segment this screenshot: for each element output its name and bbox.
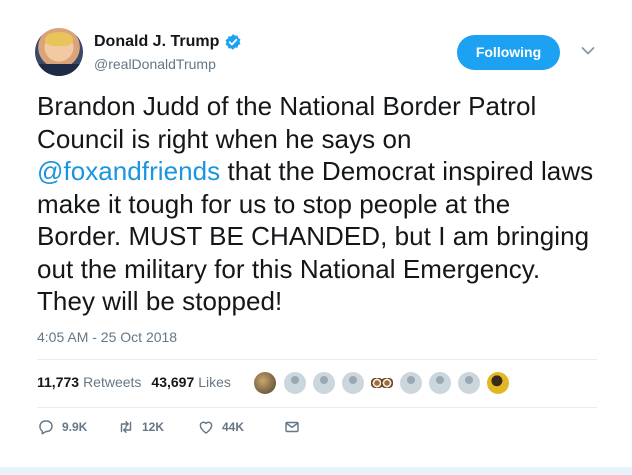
reply-action[interactable]: 9.9K [37,418,117,436]
tweet-timestamp[interactable]: 4:05 AM - 25 Oct 2018 [37,329,177,345]
tweet-stats: 11,773 Retweets 43,697 Likes [37,374,241,390]
retweet-icon [120,421,132,433]
author-name[interactable]: Donald J. Trump [94,33,219,51]
message-action[interactable] [283,418,301,436]
avatar[interactable] [35,28,83,76]
timeline-background [0,467,632,475]
tweet-actions: 9.9K 12K 44K [37,418,301,436]
reply-icon [39,420,53,435]
tweet-text-part: Brandon Judd of the National Border Patr… [37,91,537,154]
like-action[interactable]: 44K [197,418,283,436]
tweet-text: Brandon Judd of the National Border Patr… [37,90,597,318]
retweets-count[interactable]: 11,773 [37,374,79,390]
likes-count[interactable]: 43,697 [151,374,194,390]
likes-label[interactable]: Likes [198,374,231,390]
heart-icon [199,421,213,434]
default-avatar-icon[interactable] [400,372,422,394]
default-avatar-icon[interactable] [313,372,335,394]
default-avatar-icon[interactable] [342,372,364,394]
default-avatar-icon[interactable] [458,372,480,394]
verified-badge-icon [225,34,241,50]
retweets-label[interactable]: Retweets [83,374,141,390]
liker-avatar[interactable] [381,378,393,388]
author-name-row: Donald J. Trump [94,33,242,51]
like-count: 44K [222,420,245,434]
liker-avatar[interactable] [254,372,276,394]
mention-link[interactable]: @foxandfriends [37,156,220,186]
author-handle[interactable]: @realDonaldTrump [94,56,216,72]
retweet-action[interactable]: 12K [117,418,197,436]
tweet-card: Donald J. Trump @realDonaldTrump Followi… [0,0,632,475]
default-avatar-icon[interactable] [284,372,306,394]
default-avatar-icon[interactable] [429,372,451,394]
divider [37,407,597,408]
liker-avatar[interactable] [487,372,509,394]
following-button[interactable]: Following [457,35,560,70]
chevron-down-icon[interactable] [581,46,595,56]
reply-count: 9.9K [62,420,88,434]
retweet-count: 12K [142,420,165,434]
envelope-icon [285,421,299,433]
divider [37,359,597,360]
